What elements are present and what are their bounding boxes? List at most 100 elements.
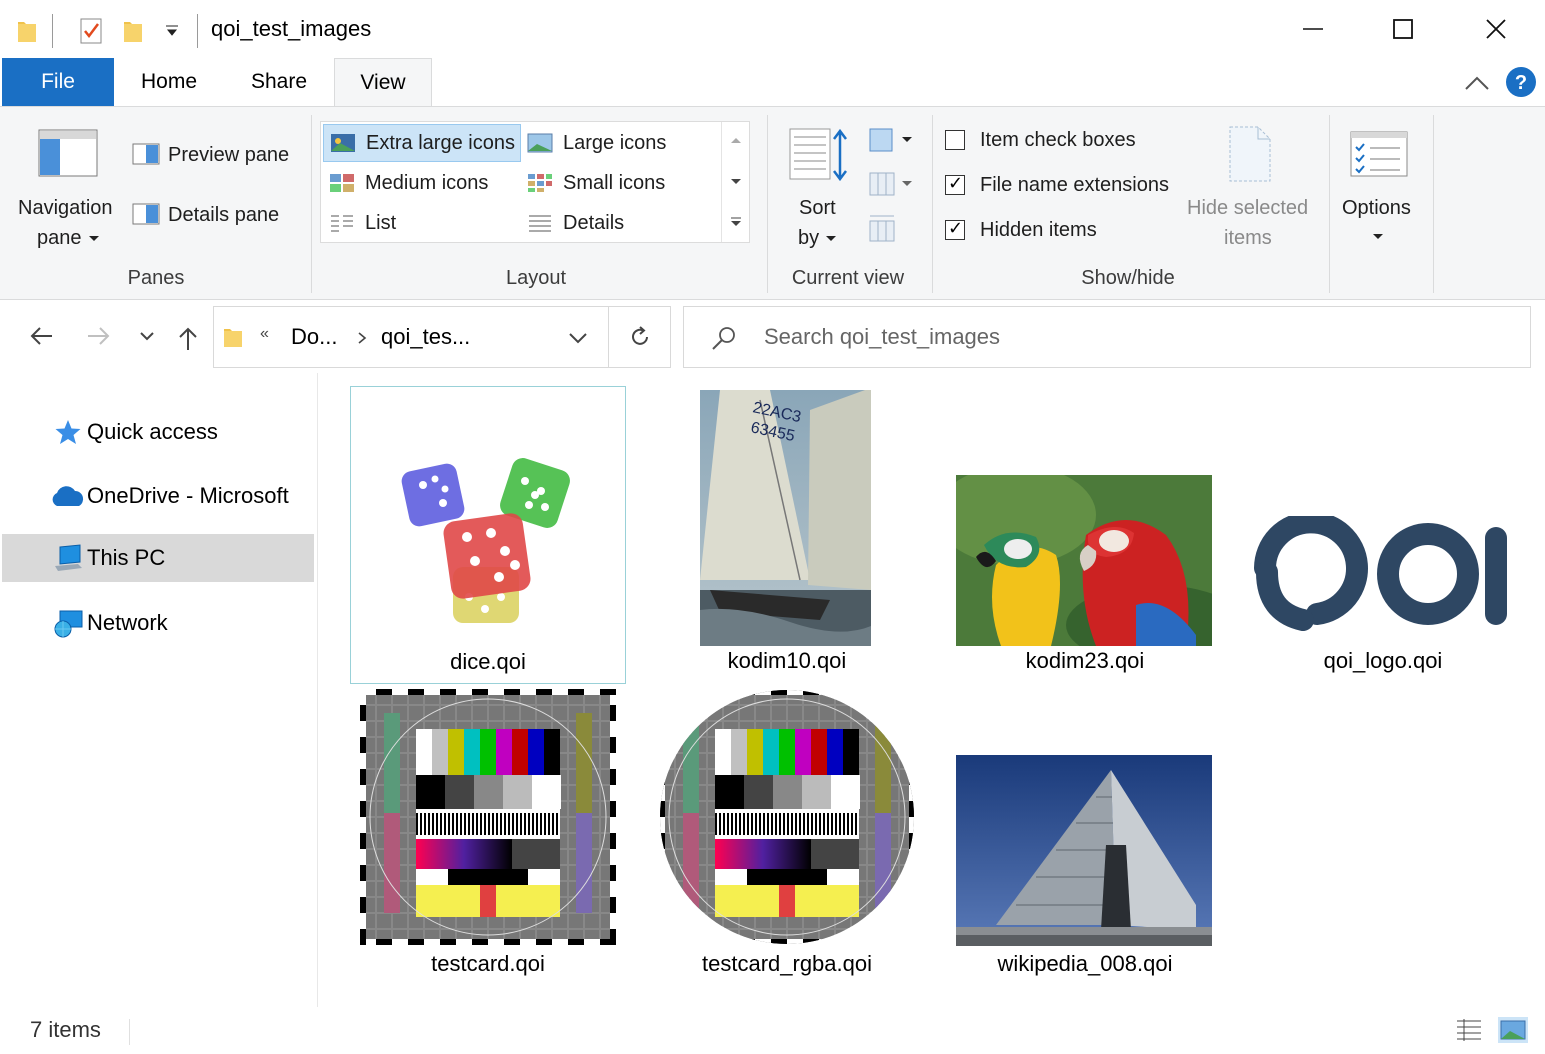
hide-selected-items-line2[interactable]: items [1224, 227, 1272, 250]
collapse-ribbon-icon[interactable] [1464, 74, 1490, 92]
layout-more-icon[interactable] [730, 216, 742, 228]
file-name: kodim23.qoi [1025, 648, 1145, 673]
tab-view[interactable]: View [334, 58, 432, 107]
nav-item-onedrive[interactable]: OneDrive - Microsoft [2, 472, 314, 520]
file-item-qoi-logo[interactable]: qoi_logo.qoi [1245, 386, 1521, 684]
navigation-pane-button-line1[interactable]: Navigation [18, 197, 113, 220]
layout-details[interactable]: Details [521, 204, 721, 242]
status-bar: 7 items [0, 1007, 1545, 1054]
navigation-pane-button-line2[interactable]: pane [37, 227, 82, 250]
chevron-down-icon [89, 236, 99, 241]
search-box[interactable]: Search qoi_test_images [683, 306, 1531, 368]
nav-item-this-pc[interactable]: This PC [2, 534, 314, 582]
file-item-testcard[interactable]: testcard.qoi [350, 686, 626, 984]
file-item-kodim23[interactable]: kodim23.qoi [947, 386, 1223, 684]
medium-icons-icon [330, 174, 354, 192]
layout-list[interactable]: List [323, 204, 521, 242]
refresh-icon[interactable] [628, 325, 652, 349]
file-item-wikipedia-008[interactable]: wikipedia_008.qoi [947, 686, 1223, 984]
details-pane-button[interactable]: Details pane [168, 204, 279, 227]
nav-item-network[interactable]: Network [2, 599, 314, 647]
address-bar[interactable]: « Do... qoi_tes... [213, 306, 671, 368]
address-history-icon[interactable] [568, 332, 588, 344]
scroll-down-icon[interactable] [730, 178, 742, 186]
address-divider [608, 307, 609, 367]
minimize-icon [1303, 28, 1323, 30]
nav-item-quick-access[interactable]: Quick access [2, 408, 314, 456]
tab-file[interactable]: File [2, 58, 114, 106]
new-folder-icon[interactable] [122, 16, 144, 44]
back-arrow-icon[interactable] [28, 325, 54, 347]
hidden-items-label[interactable]: Hidden items [980, 219, 1097, 242]
tab-home[interactable]: Home [120, 58, 218, 106]
ribbon-separator [1433, 115, 1434, 293]
ribbon-view-panel: Navigation pane Preview pane Details pan… [0, 106, 1545, 300]
file-item-testcard-rgba[interactable]: testcard_rgba.qoi [649, 686, 925, 984]
layout-medium-icons[interactable]: Medium icons [323, 164, 521, 202]
options-button[interactable]: Options [1342, 197, 1411, 220]
close-icon [1486, 19, 1506, 39]
details-view-icon[interactable] [1455, 1017, 1483, 1043]
forward-arrow-icon[interactable] [86, 325, 112, 347]
file-view: dice.qoi 22AC3 63455 kodim10.qoi kodim23… [318, 373, 1545, 1007]
file-item-kodim10[interactable]: 22AC3 63455 kodim10.qoi [649, 386, 925, 684]
file-name-extensions-label[interactable]: File name extensions [980, 174, 1169, 197]
layout-small-icons[interactable]: Small icons [521, 164, 721, 202]
details-pane-icon [132, 203, 160, 225]
file-item-dice[interactable]: dice.qoi [350, 386, 626, 684]
preview-pane-button[interactable]: Preview pane [168, 144, 289, 167]
testcard-thumbnail [360, 689, 616, 945]
minimize-button[interactable] [1267, 0, 1359, 58]
search-input[interactable]: Search qoi_test_images [764, 324, 1000, 350]
group-by-icon[interactable] [868, 127, 916, 153]
hide-selected-items-icon [1229, 126, 1271, 182]
close-button[interactable] [1450, 0, 1542, 58]
nav-item-label: Network [87, 610, 168, 635]
breadcrumb-item[interactable]: qoi_tes... [381, 324, 470, 350]
breadcrumb-overflow[interactable]: « [260, 325, 269, 343]
file-name: kodim10.qoi [727, 648, 847, 673]
computer-icon [55, 544, 82, 571]
tab-share[interactable]: Share [230, 58, 328, 106]
item-check-boxes-checkbox[interactable] [945, 130, 965, 150]
layout-large-icons[interactable]: Large icons [521, 124, 721, 162]
title-separator [197, 14, 198, 48]
customize-dropdown-icon[interactable] [164, 22, 180, 38]
ribbon-separator [1329, 115, 1330, 293]
help-icon[interactable]: ? [1505, 66, 1537, 98]
ribbon-tabs: File Home Share View ? [0, 58, 1545, 107]
breadcrumb-item[interactable]: Do... [291, 324, 337, 350]
layout-item-label: Extra large icons [366, 131, 515, 154]
recent-locations-icon[interactable] [139, 331, 155, 341]
layout-gallery: Extra large icons Large icons Medium ico… [320, 121, 750, 243]
group-label-show-hide: Show/hide [1081, 267, 1175, 289]
item-check-boxes-label[interactable]: Item check boxes [980, 129, 1136, 152]
small-icons-icon [528, 174, 552, 192]
hidden-items-checkbox[interactable]: ✓ [945, 218, 965, 240]
nav-item-label: This PC [87, 545, 166, 570]
layout-item-label: List [365, 211, 397, 234]
title-bar: qoi_test_images [0, 0, 1545, 58]
breadcrumb-chevron-icon[interactable] [357, 331, 367, 345]
up-arrow-icon[interactable] [176, 325, 200, 351]
sort-by-button-line2[interactable]: by [798, 227, 819, 250]
chevron-down-icon [826, 236, 836, 241]
folder-icon [224, 329, 242, 347]
large-icons-view-icon[interactable] [1498, 1017, 1528, 1043]
scroll-up-icon[interactable] [730, 136, 742, 144]
size-columns-icon[interactable] [868, 213, 898, 243]
add-columns-icon[interactable] [868, 169, 916, 197]
star-icon [55, 420, 81, 444]
sort-by-button-line1[interactable]: Sort [799, 197, 836, 220]
nav-item-label: OneDrive - Microsoft [87, 483, 289, 508]
network-icon [54, 610, 83, 638]
group-label-panes: Panes [127, 267, 185, 289]
nav-item-label: Quick access [87, 419, 218, 444]
properties-icon[interactable] [78, 16, 104, 46]
file-name-extensions-checkbox[interactable]: ✓ [945, 173, 965, 195]
maximize-button[interactable] [1357, 0, 1449, 58]
folder-icon[interactable] [16, 16, 38, 44]
layout-extra-large-icons[interactable]: Extra large icons [323, 124, 521, 162]
sort-by-icon [789, 128, 847, 182]
hide-selected-items-line1[interactable]: Hide selected [1187, 197, 1308, 220]
